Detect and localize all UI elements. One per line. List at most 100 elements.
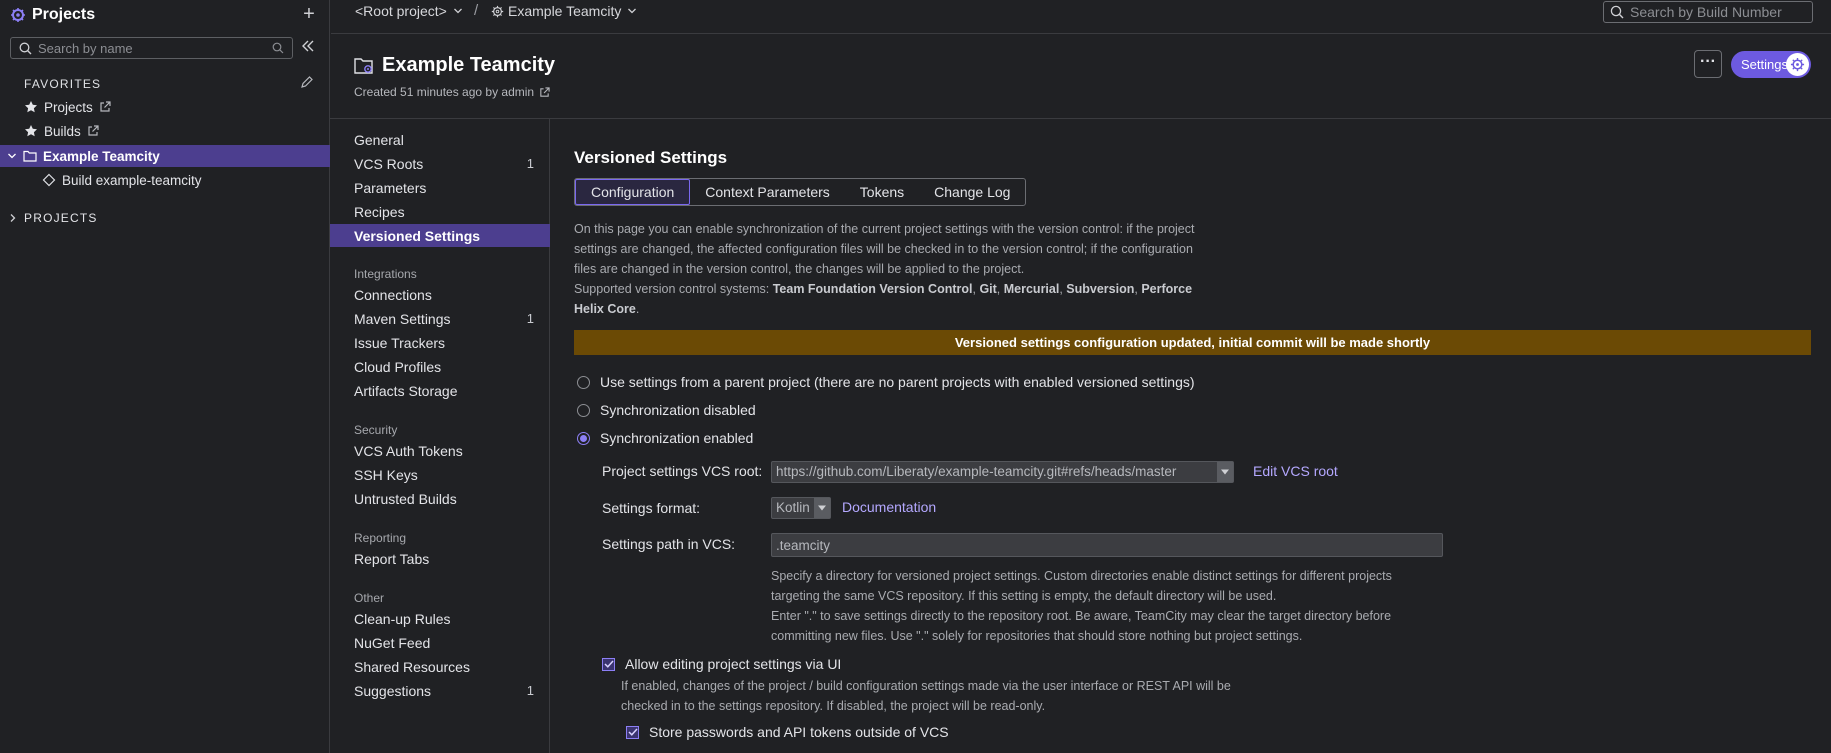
radio-label: Synchronization disabled — [600, 402, 756, 418]
more-actions-button[interactable]: ··· — [1694, 50, 1722, 78]
section-title: Versioned Settings — [574, 148, 728, 167]
settings-path-help: Specify a directory for versioned projec… — [771, 566, 1451, 646]
nav-untrusted-builds[interactable]: Untrusted Builds — [330, 487, 550, 510]
nav-shared-resources[interactable]: Shared Resources — [330, 655, 550, 678]
nav-parameters[interactable]: Parameters — [330, 176, 550, 199]
tab-tokens[interactable]: Tokens — [845, 179, 919, 205]
nav-group-integrations: Integrations — [354, 267, 417, 281]
radio-label: Use settings from a parent project (ther… — [600, 374, 1195, 390]
external-link-icon[interactable] — [539, 86, 550, 98]
documentation-link[interactable]: Documentation — [842, 499, 936, 515]
project-search-input[interactable] — [38, 40, 258, 56]
nav-cleanup-rules[interactable]: Clean-up Rules — [330, 607, 550, 630]
allow-editing-checkbox-row[interactable]: Allow editing project settings via UI — [602, 656, 841, 672]
settings-nav: General VCS Roots 1 Parameters Recipes Ve… — [330, 118, 550, 753]
top-bar: <Root project> / Example Teamcity — [331, 0, 1831, 34]
nav-label: Maven Settings — [354, 310, 451, 327]
store-passwords-checkbox-row[interactable]: Store passwords and API tokens outside o… — [626, 724, 949, 740]
radio-button[interactable] — [577, 431, 590, 445]
help-line: If enabled, changes of the project / bui… — [621, 679, 1231, 693]
nav-issue-trackers[interactable]: Issue Trackers — [330, 331, 550, 354]
nav-connections[interactable]: Connections — [330, 283, 550, 306]
vcs-separator: , — [996, 282, 1004, 296]
vcs-root-select[interactable]: https://github.com/Liberaty/example-team… — [771, 461, 1234, 483]
breadcrumb-project[interactable]: Example Teamcity — [491, 3, 637, 19]
nav-label: Artifacts Storage — [354, 382, 458, 399]
nav-label: Recipes — [354, 203, 405, 220]
tree-item-example-teamcity[interactable]: Example Teamcity — [0, 145, 330, 167]
help-line: checked in to the settings repository. I… — [621, 699, 1046, 713]
favorite-projects-link[interactable]: Projects — [0, 96, 330, 118]
favorite-builds-link[interactable]: Builds — [0, 120, 330, 142]
vcs-name: Helix Core — [574, 302, 636, 316]
settings-path-input[interactable] — [771, 533, 1443, 557]
help-line: Specify a directory for versioned projec… — [771, 569, 1392, 583]
chevron-down-icon[interactable] — [7, 151, 17, 161]
sidebar-header: Projects + — [10, 4, 320, 25]
nav-vcs-roots[interactable]: VCS Roots 1 — [330, 152, 550, 175]
projects-section-toggle[interactable]: PROJECTS — [0, 207, 330, 229]
settings-format-label: Settings format: — [602, 500, 701, 516]
settings-button[interactable]: Settings — [1731, 51, 1811, 78]
search-options-icon[interactable] — [272, 42, 284, 54]
nav-versioned-settings[interactable]: Versioned Settings — [330, 224, 550, 247]
checkbox-label: Store passwords and API tokens outside o… — [649, 724, 949, 740]
description-line: On this page you can enable synchronizat… — [574, 222, 1195, 236]
edit-vcs-root-link[interactable]: Edit VCS root — [1253, 463, 1338, 479]
favorite-label: Projects — [44, 99, 93, 115]
nav-label: VCS Roots — [354, 155, 424, 172]
page-title: Example Teamcity — [382, 54, 556, 76]
projects-sidebar: Projects + FAVORITES Projects Builds — [0, 0, 330, 753]
projects-heading: PROJECTS — [24, 211, 98, 225]
tree-item-build[interactable]: Build example-teamcity — [0, 169, 330, 191]
project-folder-icon — [354, 57, 374, 75]
nav-label: Clean-up Rules — [354, 610, 451, 627]
nav-label: Cloud Profiles — [354, 358, 442, 375]
favorite-label: Builds — [44, 123, 81, 139]
add-project-icon[interactable]: + — [300, 4, 318, 24]
supported-prefix: Supported version control systems: — [574, 282, 773, 296]
radio-button[interactable] — [577, 375, 590, 389]
breadcrumb-separator: / — [474, 2, 479, 19]
tab-change-log[interactable]: Change Log — [919, 179, 1025, 205]
vcs-name: Mercurial — [1003, 282, 1060, 296]
tab-context-parameters[interactable]: Context Parameters — [690, 179, 845, 205]
tree-item-label: Build example-teamcity — [62, 172, 202, 188]
build-config-icon — [42, 173, 56, 187]
edit-favorites-icon[interactable] — [300, 75, 314, 89]
radio-sync-disabled[interactable]: Synchronization disabled — [577, 402, 756, 418]
favorites-heading: FAVORITES — [24, 77, 102, 91]
radio-button[interactable] — [577, 403, 590, 417]
nav-ssh-keys[interactable]: SSH Keys — [330, 463, 550, 486]
breadcrumb-root[interactable]: <Root project> — [355, 3, 463, 19]
settings-format-select[interactable]: Kotlin — [771, 497, 831, 519]
star-icon — [24, 100, 38, 114]
allow-editing-checkbox[interactable] — [602, 657, 615, 671]
project-meta: Created 51 minutes ago by admin — [354, 85, 550, 99]
nav-recipes[interactable]: Recipes — [330, 200, 550, 223]
nav-nuget-feed[interactable]: NuGet Feed — [330, 631, 550, 654]
radio-sync-enabled[interactable]: Synchronization enabled — [577, 430, 753, 446]
divider — [330, 118, 1831, 119]
build-number-search-input[interactable] — [1630, 4, 1810, 20]
vcs-name: Team Foundation Version Control — [772, 282, 973, 296]
store-passwords-checkbox[interactable] — [626, 725, 639, 739]
nav-maven-settings[interactable]: Maven Settings 1 — [330, 307, 550, 330]
nav-label: General — [354, 131, 404, 148]
nav-report-tabs[interactable]: Report Tabs — [330, 547, 550, 570]
nav-suggestions[interactable]: Suggestions 1 — [330, 679, 550, 702]
nav-group-other: Other — [354, 591, 385, 605]
nav-count: 1 — [526, 156, 534, 171]
nav-general[interactable]: General — [330, 128, 550, 151]
sidebar-title: Projects — [32, 6, 96, 23]
nav-artifacts-storage[interactable]: Artifacts Storage — [330, 379, 550, 402]
vcs-name: Git — [979, 282, 997, 296]
chevron-right-icon — [8, 213, 18, 223]
chevron-down-icon — [453, 6, 463, 16]
nav-vcs-auth-tokens[interactable]: VCS Auth Tokens — [330, 439, 550, 462]
nav-cloud-profiles[interactable]: Cloud Profiles — [330, 355, 550, 378]
tab-configuration[interactable]: Configuration — [575, 179, 691, 205]
help-line: committing new files. Use "." solely for… — [771, 629, 1303, 643]
collapse-sidebar-icon[interactable] — [300, 38, 320, 58]
radio-use-parent-settings[interactable]: Use settings from a parent project (ther… — [577, 374, 1195, 390]
